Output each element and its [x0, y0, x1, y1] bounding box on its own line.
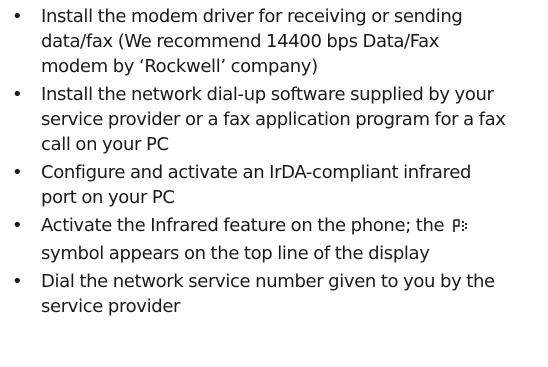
list-item: • Activate the Infrared feature on the p…: [0, 213, 548, 266]
item-text-line: Configure and activate an IrDA-compliant…: [41, 162, 472, 183]
list-item: • Configure and activate an IrDA-complia…: [0, 160, 548, 210]
item-text-line: symbol appears on the top line of the di…: [41, 243, 430, 264]
item-text-line: Activate the Infrared feature on the pho…: [41, 213, 548, 241]
bullet-marker: •: [12, 6, 23, 27]
item-text-line: service provider or a fax application pr…: [41, 109, 506, 130]
item-text-line: data/fax (We recommend 14400 bps Data/Fa…: [41, 31, 440, 52]
item-text-segment: Activate the Infrared feature on the pho…: [41, 215, 445, 236]
item-text-line: modem by ‘Rockwell’ company): [41, 56, 318, 77]
bullet-marker: •: [12, 84, 23, 105]
item-text-line: call on your PC: [41, 134, 169, 155]
item-text-line: service provider: [41, 296, 181, 317]
list-item: • Dial the network service number given …: [0, 269, 548, 319]
bullet-marker: •: [12, 271, 23, 292]
item-text-line: Dial the network service number given to…: [41, 271, 495, 292]
infrared-icon: [452, 216, 468, 241]
bullet-marker: •: [12, 215, 23, 236]
list-item: • Install the modem driver for receiving…: [0, 4, 548, 79]
item-text-line: Install the modem driver for receiving o…: [41, 6, 463, 27]
item-text-line: port on your PC: [41, 187, 175, 208]
list-item: • Install the network dial-up software s…: [0, 82, 548, 157]
item-text-line: Install the network dial-up software sup…: [41, 84, 494, 105]
instruction-list: • Install the modem driver for receiving…: [0, 4, 548, 322]
bullet-marker: •: [12, 162, 23, 183]
